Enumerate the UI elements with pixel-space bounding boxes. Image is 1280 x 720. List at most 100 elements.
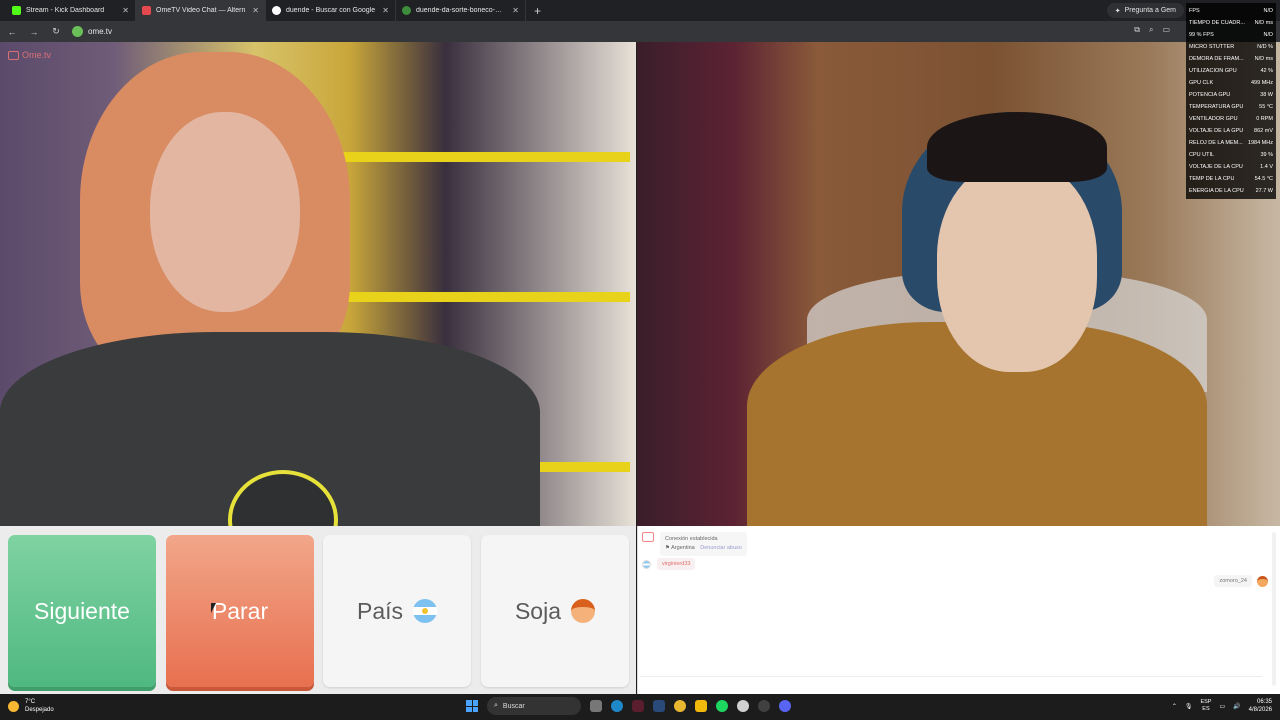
- clock[interactable]: 06:35 4/8/2026: [1249, 698, 1272, 714]
- ask-gemini-button[interactable]: ✦ Pregunta a Gem: [1106, 3, 1184, 18]
- osd-label: MICRO STUTTER: [1189, 44, 1235, 50]
- url-text: ome.tv: [88, 27, 113, 36]
- partner-country: Argentina: [671, 545, 695, 551]
- osd-value: 38 W: [1260, 92, 1273, 98]
- ometv-logo-icon: [642, 532, 654, 542]
- tab-duende[interactable]: duende-da-sorte-boneco-misi ✕: [396, 0, 526, 21]
- performance-overlay: FPS N/D TIEMPO DE CUADR... N/D ms 99 % FPS N/…: [1186, 3, 1276, 199]
- osd-row: MICRO STUTTER N/D %: [1189, 41, 1273, 53]
- reload-icon[interactable]: ↻: [50, 26, 62, 37]
- ometv-favicon-icon: [142, 6, 151, 15]
- close-tab-icon[interactable]: ✕: [512, 6, 519, 15]
- gender-filter-button[interactable]: Soja: [481, 535, 629, 687]
- report-abuse-link[interactable]: Denunciar abuso: [700, 545, 742, 551]
- back-icon[interactable]: ←: [6, 27, 18, 37]
- address-actions: ⧉ ⌕ ▭: [1134, 25, 1170, 35]
- site-info-icon[interactable]: [72, 26, 83, 37]
- osd-value: N/D ms: [1254, 56, 1273, 62]
- next-button[interactable]: Siguiente: [8, 535, 156, 687]
- taskbar-search-label: Buscar: [502, 702, 525, 710]
- new-tab-icon[interactable]: +: [526, 4, 549, 18]
- ometv-watermark-text: Ome.tv: [22, 50, 52, 60]
- osd-row: RELOJ DE LA MEM... 1984 MHz: [1189, 137, 1273, 149]
- osd-label: TEMPERATURA GPU: [1189, 104, 1244, 110]
- taskbar-search[interactable]: ⌕ Buscar: [487, 697, 581, 715]
- language-indicator[interactable]: ESP ES: [1200, 699, 1211, 713]
- gemini-icon: ✦: [1114, 7, 1121, 15]
- google-favicon-icon: [272, 6, 281, 15]
- osd-row: ENERGÍA DE LA CPU 27.7 W: [1189, 185, 1273, 197]
- weather-widget[interactable]: 7°C Despejado: [8, 698, 54, 714]
- osd-label: DEMORA DE FRAM...: [1189, 56, 1244, 62]
- osd-row: UTILIZACIÓN GPU 42 %: [1189, 65, 1273, 77]
- country-filter-button[interactable]: País: [323, 535, 471, 687]
- language-code: ESP: [1200, 699, 1212, 705]
- ometv-watermark: Ome.tv: [8, 50, 51, 60]
- cast-icon[interactable]: ▭: [1162, 25, 1170, 35]
- osd-row: CPU UTIL 39 %: [1189, 149, 1273, 161]
- close-tab-icon[interactable]: ✕: [252, 6, 259, 15]
- osd-row: TEMPERATURA GPU 55 °C: [1189, 101, 1273, 113]
- system-tray: ⌃ 🎙 ESP ES ▭ 🔊 06:35 4/8/2026: [1172, 698, 1272, 714]
- forward-icon[interactable]: →: [28, 27, 40, 37]
- keyboard-layout: ES: [1202, 706, 1210, 712]
- osd-value: 42 %: [1260, 68, 1273, 74]
- tab-kick-dashboard[interactable]: Stream - Kick Dashboard ✕: [6, 0, 136, 21]
- osd-value: 39 %: [1260, 152, 1273, 158]
- incoming-message-text: virginierd33: [657, 558, 696, 570]
- argentina-flag-icon: [413, 599, 438, 623]
- zoom-icon[interactable]: ⌕: [1149, 25, 1153, 35]
- volume-icon[interactable]: 🔊: [1233, 703, 1240, 710]
- incoming-message: virginierd33: [642, 558, 696, 570]
- ometv-logo-icon: [8, 50, 19, 60]
- stop-button[interactable]: Parar: [166, 535, 314, 687]
- next-button-label: Siguiente: [34, 597, 130, 624]
- osd-label: VENTILADOR GPU: [1189, 116, 1238, 122]
- osd-label: 99 % FPS: [1189, 32, 1214, 38]
- tab-ometv[interactable]: OmeTV Video Chat — Altern ✕: [136, 0, 266, 21]
- chat-scrollbar[interactable]: [1272, 532, 1276, 686]
- tab-google-search[interactable]: duende - Buscar con Google ✕: [266, 0, 396, 21]
- tab-title: duende-da-sorte-boneco-misi: [416, 7, 508, 14]
- sun-icon: [8, 700, 19, 712]
- osd-label: FPS: [1189, 8, 1200, 14]
- osd-label: UTILIZACIÓN GPU: [1189, 68, 1237, 74]
- openai-icon[interactable]: [737, 700, 749, 712]
- osd-label: VOLTAJE DE LA CPU: [1189, 164, 1243, 170]
- chat-message-input[interactable]: [640, 676, 1262, 688]
- osd-value: 1984 MHz: [1247, 140, 1273, 146]
- osd-value: 54.5 °C: [1254, 176, 1273, 182]
- close-tab-icon[interactable]: ✕: [382, 6, 389, 15]
- windows-start-icon[interactable]: [466, 700, 478, 712]
- chrome-icon[interactable]: [674, 700, 686, 712]
- network-icon[interactable]: ▭: [1219, 703, 1225, 710]
- obs-icon[interactable]: [758, 700, 770, 712]
- osd-row: DEMORA DE FRAM... N/D ms: [1189, 53, 1273, 65]
- mouse-cursor-icon: [211, 603, 216, 613]
- close-tab-icon[interactable]: ✕: [122, 6, 129, 15]
- discord-icon[interactable]: [779, 700, 791, 712]
- tab-title: Stream - Kick Dashboard: [26, 7, 105, 14]
- osd-value: 27.7 W: [1255, 188, 1273, 194]
- tab-title: duende - Buscar con Google: [286, 7, 376, 14]
- microphone-icon[interactable]: 🎙: [1185, 703, 1193, 710]
- country-button-label: País: [356, 597, 404, 624]
- url-field[interactable]: ome.tv: [72, 26, 112, 37]
- osd-row: TIEMPO DE CUADR... N/D ms: [1189, 17, 1273, 29]
- task-view-icon[interactable]: [590, 700, 602, 712]
- chevron-up-icon[interactable]: ⌃: [1172, 703, 1177, 710]
- terminal-icon[interactable]: [632, 700, 644, 712]
- leaf-favicon-icon: [402, 6, 411, 15]
- osd-label: TIEMPO DE CUADR...: [1189, 20, 1245, 26]
- steam-icon[interactable]: [653, 700, 665, 712]
- translate-icon[interactable]: ⧉: [1134, 25, 1140, 35]
- binance-icon[interactable]: [695, 700, 707, 712]
- osd-value: N/D %: [1257, 44, 1273, 50]
- edge-icon[interactable]: [611, 700, 623, 712]
- osd-value: N/D: [1263, 32, 1273, 38]
- outgoing-message: zomoro_24: [1214, 575, 1268, 587]
- osd-row: VOLTAJE DE LA CPU 1.4 V: [1189, 161, 1273, 173]
- spotify-icon[interactable]: [716, 700, 728, 712]
- osd-label: CPU UTIL: [1189, 152, 1215, 158]
- browser-tab-bar: Stream - Kick Dashboard ✕ OmeTV Video Ch…: [0, 0, 1280, 21]
